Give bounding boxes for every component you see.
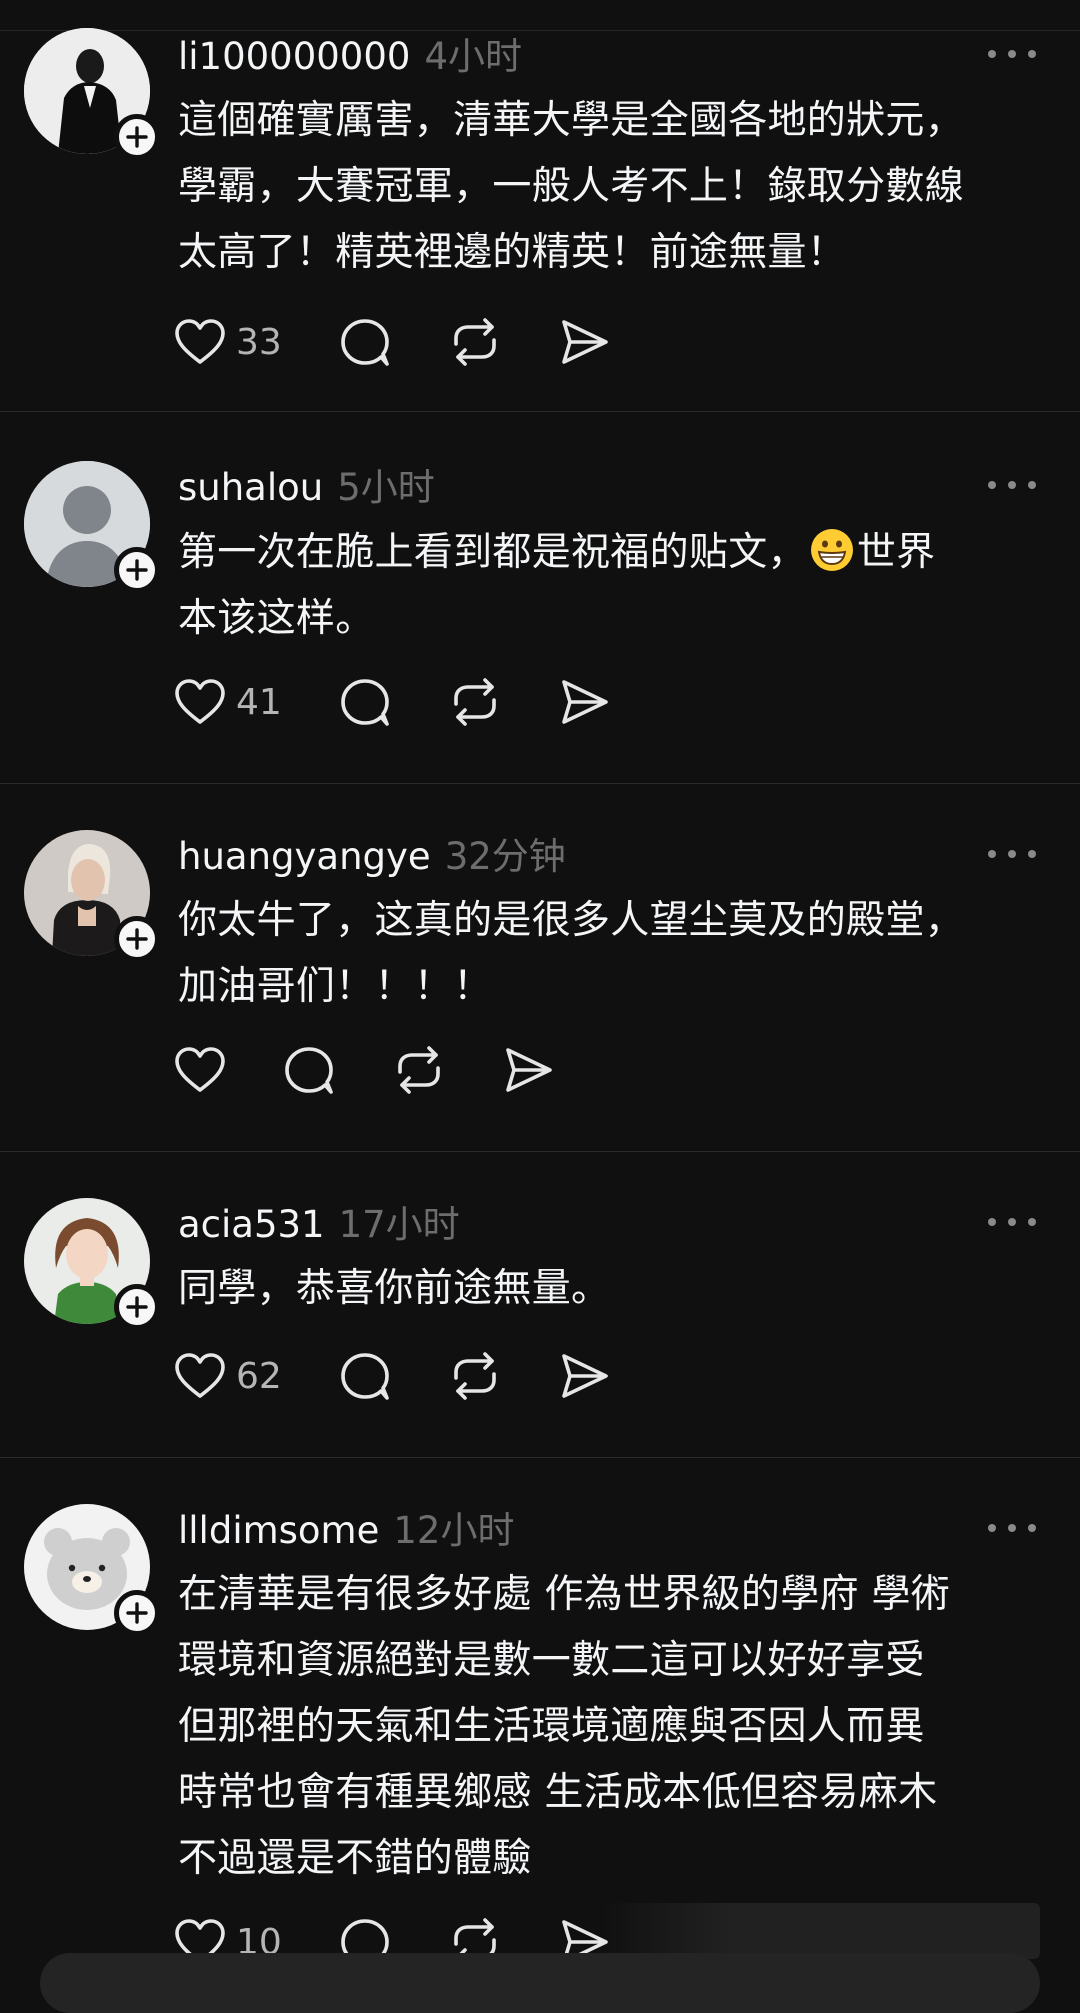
reply-post: acia531 17小时 同學，恭喜你前途無量。 62 (0, 1152, 1080, 1458)
username[interactable]: acia531 (178, 1203, 325, 1246)
send-arrow-icon (562, 320, 608, 364)
more-options-button[interactable] (988, 844, 1036, 864)
send-arrow-icon (506, 1048, 552, 1092)
watermark-overlay (600, 1903, 1040, 1959)
like-count: 62 (236, 1355, 282, 1397)
post-text: 這個確實厲害，清華大學是全國各地的狀元， 學霸，大賽冠軍，一般人考不上！錄取分數… (178, 98, 965, 275)
repost-arrows-icon (398, 1046, 440, 1094)
plus-icon (126, 126, 148, 148)
share-button[interactable] (558, 312, 612, 372)
repost-arrows-icon (454, 318, 496, 366)
avatar[interactable] (24, 461, 160, 593)
timestamp: 17小时 (338, 1203, 460, 1246)
reply-button[interactable] (338, 1346, 392, 1406)
like-button[interactable]: 33 (174, 312, 282, 372)
repost-button[interactable] (448, 1346, 502, 1406)
like-count: 41 (236, 681, 282, 723)
like-button[interactable]: 41 (174, 672, 282, 732)
like-button[interactable] (174, 1040, 226, 1100)
more-dots-icon (988, 1524, 996, 1532)
send-arrow-icon (562, 680, 608, 724)
bottom-input-bar[interactable] (40, 1953, 1040, 2013)
avatar[interactable] (24, 1198, 160, 1330)
post-header: li100000000 4小时 (178, 26, 522, 80)
username[interactable]: huangyangye (178, 835, 431, 878)
post-header: acia531 17小时 (178, 1194, 460, 1248)
post-text: 同學，恭喜你前途無量。 (178, 1266, 611, 1311)
repost-button[interactable] (392, 1040, 446, 1100)
follow-button[interactable] (114, 1590, 160, 1636)
more-dots-icon (988, 481, 996, 489)
more-options-button[interactable] (988, 1518, 1036, 1538)
plus-icon (126, 1602, 148, 1624)
follow-button[interactable] (114, 547, 160, 593)
share-button[interactable] (558, 1346, 612, 1406)
share-button[interactable] (558, 672, 612, 732)
heart-icon (175, 679, 225, 724)
more-dots-icon (988, 1218, 996, 1226)
username[interactable]: llldimsome (178, 1509, 379, 1552)
post-header: suhalou 5小时 (178, 457, 435, 511)
repost-arrows-icon (454, 678, 496, 726)
comment-bubble-icon (341, 679, 389, 726)
timestamp: 32分钟 (444, 835, 566, 878)
avatar[interactable] (24, 28, 160, 160)
timestamp: 12小时 (393, 1509, 515, 1552)
follow-button[interactable] (114, 114, 160, 160)
action-bar (174, 1040, 612, 1100)
more-options-button[interactable] (988, 44, 1036, 64)
reply-post: huangyangye 32分钟 你太牛了，这真的是很多人望尘莫及的殿堂， 加油… (0, 784, 1080, 1152)
reply-button[interactable] (338, 312, 392, 372)
plus-icon (126, 928, 148, 950)
follow-button[interactable] (114, 1284, 160, 1330)
action-bar: 62 (174, 1346, 668, 1406)
username[interactable]: suhalou (178, 466, 323, 509)
avatar[interactable] (24, 1504, 160, 1636)
more-dots-icon (988, 850, 996, 858)
avatar[interactable] (24, 830, 160, 962)
grinning-face-emoji (810, 529, 853, 571)
post-header: llldimsome 12小时 (178, 1500, 514, 1554)
heart-icon (175, 319, 225, 364)
comment-bubble-icon (341, 319, 389, 366)
action-bar: 33 (174, 312, 668, 372)
reply-button[interactable] (282, 1040, 336, 1100)
post-text: 第一次在脆上看到都是祝福的贴文， 世界 本该这样。 (178, 520, 1058, 652)
reply-button[interactable] (338, 672, 392, 732)
plus-icon (126, 559, 148, 581)
heart-icon (175, 1353, 225, 1398)
more-dots-icon (988, 50, 996, 58)
more-options-button[interactable] (988, 475, 1036, 495)
like-count: 33 (236, 321, 282, 363)
plus-icon (126, 1296, 148, 1318)
reply-post: llldimsome 12小时 在清華是有很多好處 作為世界級的學府 學術 環境… (0, 1458, 1080, 1983)
post-text: 你太牛了，这真的是很多人望尘莫及的殿堂， 加油哥们！！！！ (178, 898, 965, 1009)
follow-button[interactable] (114, 916, 160, 962)
username[interactable]: li100000000 (178, 35, 410, 78)
like-button[interactable]: 62 (174, 1346, 282, 1406)
comment-bubble-icon (285, 1047, 333, 1094)
reply-post: suhalou 5小时 第一次在脆上看到都是祝福的贴文， 世界 本该这样。 41 (0, 412, 1080, 784)
repost-arrows-icon (454, 1352, 496, 1400)
action-bar: 41 (174, 672, 668, 732)
post-text-part: 第一次在脆上看到都是祝福的贴文， (178, 530, 807, 575)
timestamp: 5小时 (337, 466, 435, 509)
repost-button[interactable] (448, 672, 502, 732)
share-button[interactable] (502, 1040, 556, 1100)
repost-button[interactable] (448, 312, 502, 372)
timestamp: 4小时 (424, 35, 522, 78)
send-arrow-icon (562, 1354, 608, 1398)
post-text: 在清華是有很多好處 作為世界級的學府 學術 環境和資源絕對是數一數二這可以好好享… (178, 1572, 951, 1881)
post-header: huangyangye 32分钟 (178, 826, 566, 880)
heart-icon (175, 1047, 225, 1092)
more-options-button[interactable] (988, 1212, 1036, 1232)
comment-bubble-icon (341, 1353, 389, 1400)
reply-post: li100000000 4小时 這個確實厲害，清華大學是全國各地的狀元， 學霸，… (0, 0, 1080, 412)
